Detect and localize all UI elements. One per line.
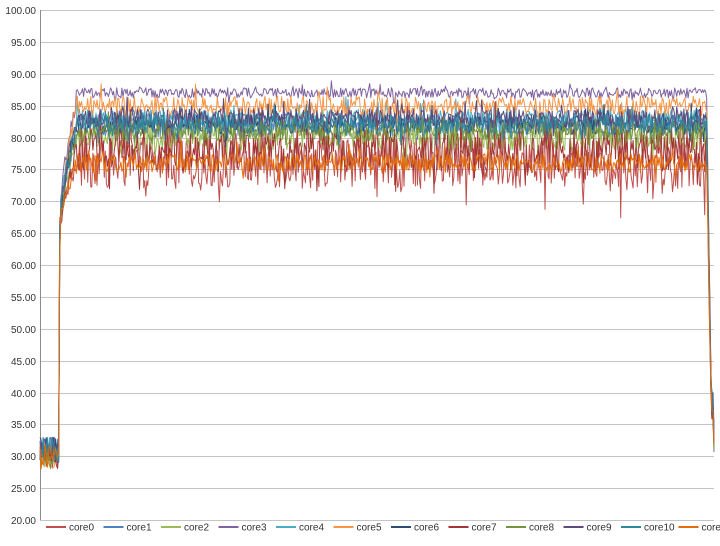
legend-label: core10 <box>644 523 675 534</box>
legend-label: core7 <box>472 523 497 534</box>
legend-label: core9 <box>587 523 612 534</box>
legend-label: core2 <box>184 523 209 534</box>
legend-item-core3: core3 <box>219 523 267 534</box>
grid-layer <box>40 10 714 521</box>
y-tick-label: 80.00 <box>11 134 36 145</box>
y-tick-label: 95.00 <box>11 38 36 49</box>
series-line-core4 <box>40 97 714 463</box>
y-tick-label: 60.00 <box>11 261 36 272</box>
y-tick-label: 40.00 <box>11 389 36 400</box>
y-tick-label: 30.00 <box>11 452 36 463</box>
legend-label: core5 <box>357 523 382 534</box>
series-line-core1 <box>40 100 714 462</box>
y-tick-label: 90.00 <box>11 70 36 81</box>
legend-item-core1: core1 <box>104 523 152 534</box>
legend-item-core2: core2 <box>161 523 209 534</box>
chart-container: 20.00 25.00 30.00 35.00 40.00 45.00 50.00 55.00… <box>0 0 720 541</box>
y-axis-ticks: 20.00 25.00 30.00 35.00 40.00 45.00 50.00 55.00… <box>5 6 36 527</box>
y-tick-label: 70.00 <box>11 197 36 208</box>
legend-item-core10: core10 <box>621 523 675 534</box>
series-line-core6 <box>40 103 714 459</box>
legend: core0 core1 core2 core3 core4 core5 core6 core7… <box>46 523 720 534</box>
legend-item-core4: core4 <box>276 523 324 534</box>
legend-item-core9: core9 <box>564 523 612 534</box>
y-tick-label: 65.00 <box>11 229 36 240</box>
legend-label: core0 <box>69 523 94 534</box>
y-tick-label: 75.00 <box>11 165 36 176</box>
series-layer <box>40 81 714 469</box>
legend-label: core6 <box>414 523 439 534</box>
legend-item-core8: core8 <box>506 523 554 534</box>
series-line-core7 <box>40 102 714 469</box>
y-tick-label: 35.00 <box>11 420 36 431</box>
legend-label: core11 <box>702 523 720 534</box>
y-tick-label: 85.00 <box>11 102 36 113</box>
legend-item-core7: core7 <box>449 523 497 534</box>
y-tick-label: 50.00 <box>11 325 36 336</box>
y-tick-label: 55.00 <box>11 293 36 304</box>
legend-item-core5: core5 <box>334 523 382 534</box>
legend-label: core8 <box>529 523 554 534</box>
legend-item-core0: core0 <box>46 523 94 534</box>
legend-label: core1 <box>127 523 152 534</box>
y-tick-label: 100.00 <box>5 6 36 17</box>
y-tick-label: 45.00 <box>11 357 36 368</box>
legend-label: core4 <box>299 523 324 534</box>
y-tick-label: 25.00 <box>11 484 36 495</box>
y-tick-label: 20.00 <box>11 516 36 527</box>
legend-item-core6: core6 <box>391 523 439 534</box>
legend-label: core3 <box>242 523 267 534</box>
series-line-core9 <box>40 97 714 462</box>
line-chart: 20.00 25.00 30.00 35.00 40.00 45.00 50.00 55.00… <box>0 0 720 541</box>
legend-item-core11: core11 <box>679 523 720 534</box>
